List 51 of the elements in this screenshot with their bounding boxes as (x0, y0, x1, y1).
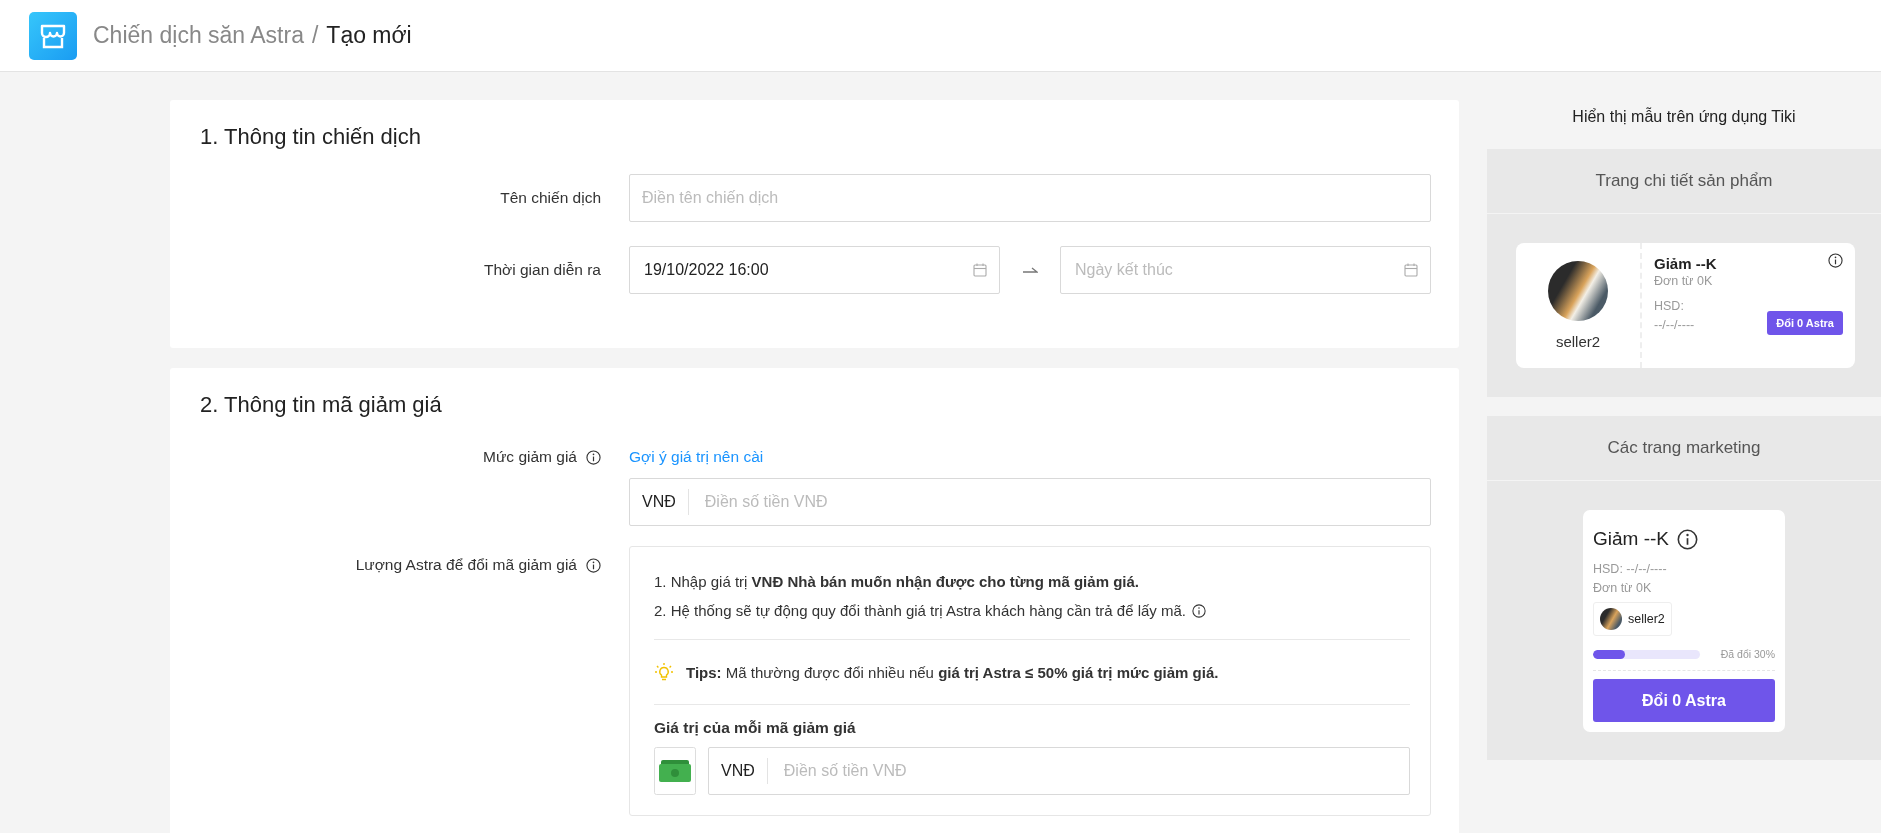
store-logo-icon (29, 11, 77, 60)
voucher-title: Giảm --K (1654, 255, 1717, 272)
info-icon (586, 557, 601, 573)
calendar-icon (973, 263, 987, 277)
field-label: Mức giảm giá (483, 448, 577, 466)
section-title: 2. Thông tin mã giảm giá (200, 392, 443, 418)
info-icon (1677, 528, 1698, 550)
info-icon (1828, 253, 1843, 268)
photo-placeholder (1600, 608, 1622, 630)
instruction-text: 2. Hệ thống sẽ tự động quy đổi thành giá trị Astra khách hàng cần trả để lấy mã. (654, 601, 1187, 621)
field-label: Tên chiến dịch (499, 189, 601, 207)
start-date-input[interactable]: 19/10/2022 16:00 (642, 260, 973, 280)
seller-name: seller2 (1555, 333, 1601, 350)
voucher-title: Giảm --K (1593, 528, 1669, 550)
info-icon (586, 449, 601, 465)
calendar-icon (1404, 263, 1418, 277)
tip-text: Tips: Mã thường được đổi nhiều nếu giá trị Astra ≤ 50% giá trị mức giảm giá. (686, 663, 1219, 681)
discount-amount-field[interactable]: VNĐ Điền số tiền VNĐ (629, 478, 1431, 526)
currency-prefix: VNĐ (721, 758, 768, 784)
astra-value-field[interactable]: VNĐ Điền số tiền VNĐ (708, 747, 1410, 795)
end-date-field[interactable]: Ngày kết thúc (1060, 246, 1431, 294)
section-title: 1. Thông tin chiến dịch (200, 124, 422, 150)
preview-title: Hiển thị mẫu trên ứng dụng Tiki (1571, 106, 1797, 127)
redeem-button[interactable]: Đổi 0 Astra (1593, 679, 1775, 722)
expiry-text: HSD: --/--/---- (1593, 561, 1668, 578)
breadcrumb-separator: / (311, 22, 319, 49)
photo-placeholder (1548, 261, 1608, 321)
info-icon (1192, 603, 1207, 618)
redeem-button[interactable]: Đổi 0 Astra (1767, 311, 1843, 335)
money-icon (654, 747, 696, 795)
panel-title: Các trang marketing (1487, 416, 1881, 481)
start-date-field[interactable]: 19/10/2022 16:00 (629, 246, 1000, 294)
lightbulb-icon (654, 662, 674, 682)
panel-title: Trang chi tiết sản phẩm (1487, 149, 1881, 214)
campaign-name-field[interactable]: Điền tên chiến dịch (629, 174, 1431, 222)
field-label: Giá trị của mỗi mã giảm giá (654, 719, 857, 737)
redeemed-text: Đã đổi 30% (1720, 648, 1775, 660)
breadcrumb-link[interactable]: Chiến dịch săn Astra (93, 22, 304, 49)
min-order-text: Đơn từ 0K (1654, 273, 1714, 290)
amount-input[interactable]: Điền số tiền VNĐ (702, 492, 1418, 512)
expiry-label: HSD: (1654, 298, 1685, 315)
field-label: Lượng Astra để đổi mã giảm giá (355, 556, 577, 574)
seller-name: seller2 (1628, 612, 1665, 626)
end-date-input[interactable]: Ngày kết thúc (1073, 260, 1404, 280)
currency-prefix: VNĐ (642, 489, 689, 515)
field-label: Thời gian diễn ra (483, 261, 601, 279)
min-order-text: Đơn từ 0K (1593, 580, 1653, 597)
page-title: Tạo mới (326, 22, 412, 49)
instruction-text: 1. Nhập giá trị VNĐ Nhà bán muốn nhận được cho từng mã giảm giá. (654, 572, 1139, 592)
expiry-date: --/--/---- (1654, 317, 1695, 334)
amount-input[interactable]: Điền số tiền VNĐ (781, 761, 1397, 781)
